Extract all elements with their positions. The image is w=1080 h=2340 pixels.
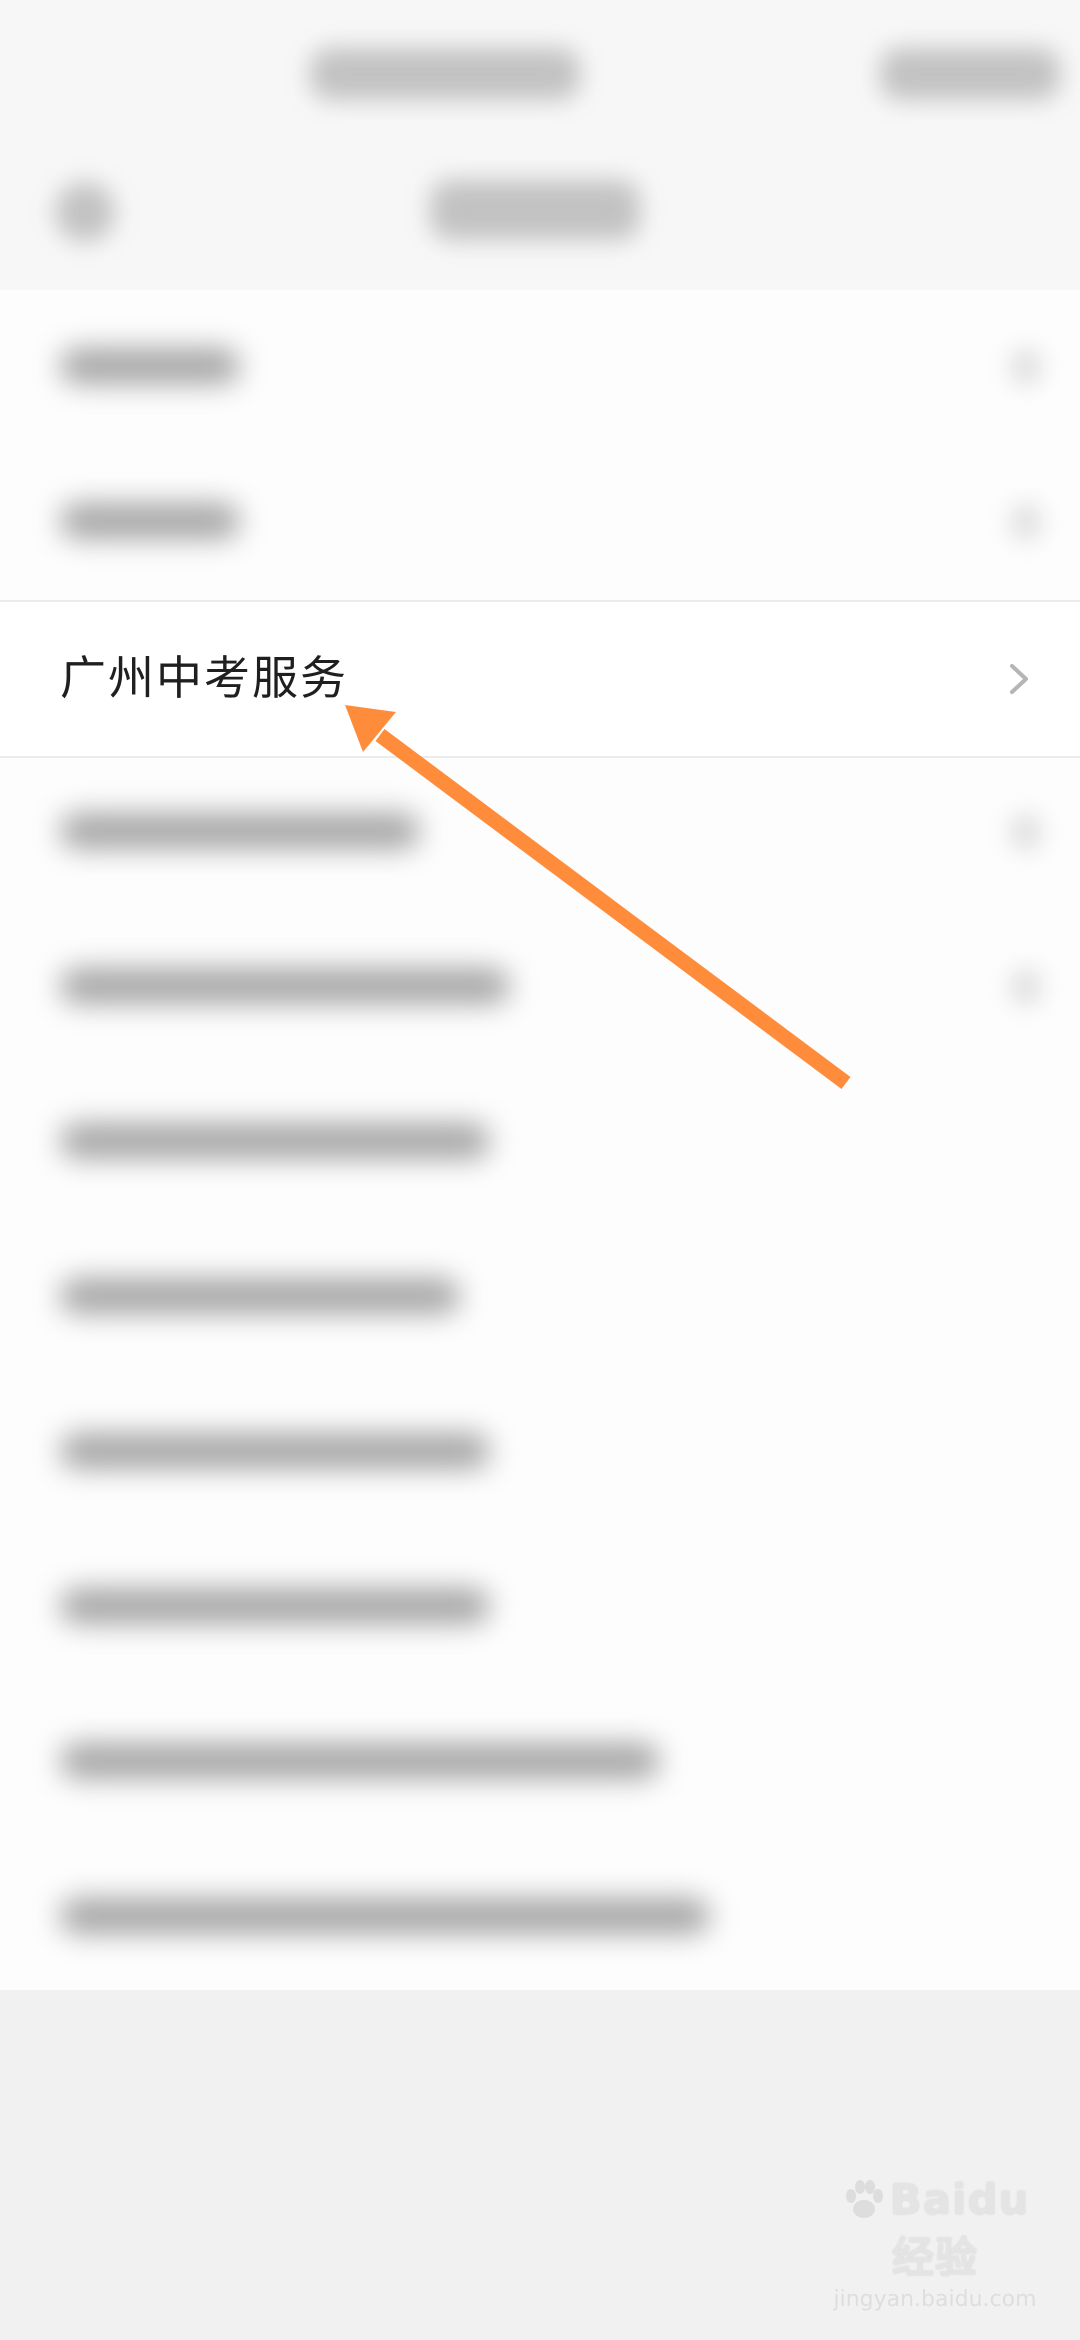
list-item[interactable] [0, 1220, 1080, 1374]
list-item-label [60, 503, 240, 539]
list-item[interactable] [0, 445, 1080, 599]
watermark-url: jingyan.baidu.com [833, 2287, 1037, 2312]
back-icon[interactable] [55, 182, 115, 242]
watermark-brand: Baidu经验 [889, 2175, 1030, 2282]
list-item-label [60, 1123, 490, 1159]
list-item-label [60, 1743, 660, 1779]
list-item-label [60, 813, 420, 849]
paw-icon [845, 2179, 883, 2218]
nav-bar [0, 140, 1080, 290]
status-bar-right-blur [880, 48, 1060, 100]
list-item[interactable] [0, 1840, 1080, 1994]
list-item[interactable] [0, 1375, 1080, 1529]
chevron-right-icon [1012, 970, 1040, 1004]
list-item-label: 广州中考服务 [60, 651, 348, 705]
list-item-label [60, 1588, 490, 1624]
list-item[interactable] [0, 1530, 1080, 1684]
status-bar [0, 0, 1080, 140]
chevron-right-icon [1010, 664, 1028, 694]
list-item-guangzhou-zhongkao-service[interactable]: 广州中考服务 [0, 600, 1080, 758]
status-bar-center-blur [310, 48, 580, 100]
page-title [430, 180, 640, 240]
list-item[interactable] [0, 910, 1080, 1064]
list-item[interactable] [0, 1685, 1080, 1839]
list-item-label [60, 968, 510, 1004]
service-list: 广州中考服务 [0, 290, 1080, 1990]
baidu-jingyan-watermark: Baidu经验 jingyan.baidu.com [830, 2175, 1040, 2312]
list-item-label [60, 1278, 460, 1314]
chevron-right-icon [1012, 505, 1040, 539]
list-item[interactable] [0, 1065, 1080, 1219]
list-item[interactable] [0, 755, 1080, 909]
list-item[interactable] [0, 290, 1080, 444]
chevron-right-icon [1012, 815, 1040, 849]
chevron-right-icon [1012, 350, 1040, 384]
list-item-label [60, 1898, 710, 1934]
list-item-label [60, 348, 240, 384]
list-item-label [60, 1433, 490, 1469]
